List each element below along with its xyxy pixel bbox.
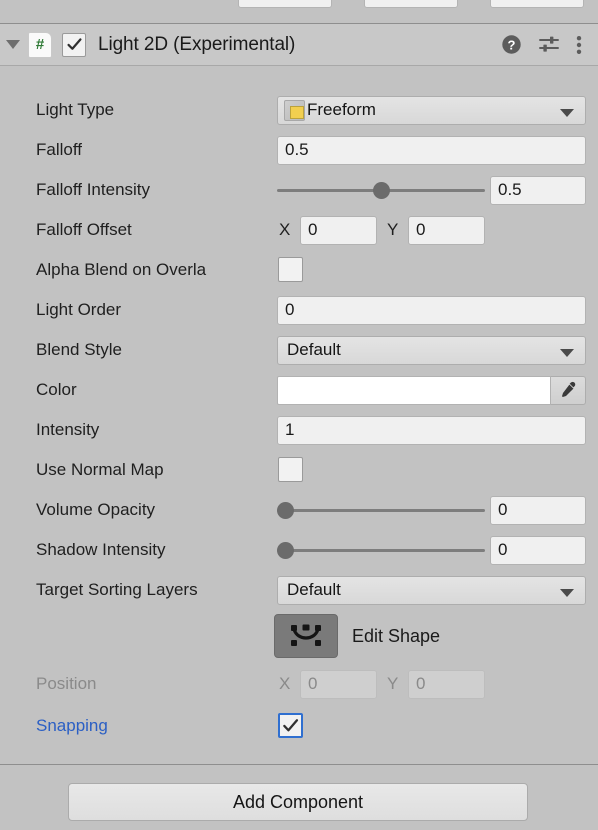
row-shadow-intensity: Shadow Intensity 0	[0, 530, 598, 570]
shadow-intensity-slider[interactable]	[277, 540, 485, 560]
falloff-intensity-slider[interactable]	[277, 180, 485, 200]
row-position: Position X 0 Y 0	[0, 664, 598, 704]
light-order-label: Light Order	[36, 300, 122, 319]
blend-style-dropdown[interactable]: Default	[277, 335, 586, 365]
falloff-intensity-input[interactable]: 0.5	[490, 175, 586, 205]
light-order-input[interactable]: 0	[277, 295, 586, 325]
slider-thumb[interactable]	[277, 542, 294, 559]
snapping-checkbox[interactable]	[278, 713, 303, 738]
preset-icon[interactable]	[538, 35, 560, 55]
more-menu-icon[interactable]	[576, 35, 582, 55]
position-label: Position	[36, 674, 97, 693]
row-light-order: Light Order 0	[0, 290, 598, 330]
partial-field-1[interactable]	[238, 0, 332, 8]
script-icon-glyph: #	[35, 36, 45, 53]
falloff-offset-x-input[interactable]: 0	[300, 215, 377, 245]
component-body: Light Type Freeform Falloff 0.5 Falloff …	[0, 66, 598, 761]
edit-shape-label: Edit Shape	[352, 625, 441, 646]
slider-thumb[interactable]	[277, 502, 294, 519]
alpha-blend-on-overlap-label: Alpha Blend on Overla	[36, 260, 207, 279]
position-x-input: 0	[300, 669, 377, 699]
footer-divider	[0, 764, 598, 765]
position-y-label: Y	[387, 674, 399, 693]
volume-opacity-input[interactable]: 0	[490, 495, 586, 525]
intensity-input[interactable]: 1	[277, 415, 586, 445]
chevron-down-icon	[560, 348, 574, 357]
slider-track	[277, 549, 485, 552]
eyedropper-icon	[561, 381, 575, 397]
edit-shape-button[interactable]	[274, 614, 338, 658]
row-falloff-offset: Falloff Offset X 0 Y 0	[0, 210, 598, 250]
component-header[interactable]: # Light 2D (Experimental) ?	[0, 24, 598, 66]
row-color: Color	[0, 370, 598, 410]
volume-opacity-slider[interactable]	[277, 500, 485, 520]
foldout-toggle-icon[interactable]	[0, 24, 26, 66]
row-intensity: Intensity 1	[0, 410, 598, 450]
slider-track	[277, 509, 485, 512]
help-icon[interactable]: ?	[501, 34, 522, 55]
color-label: Color	[36, 380, 77, 399]
light-type-label: Light Type	[36, 100, 115, 119]
volume-opacity-label: Volume Opacity	[36, 500, 156, 519]
eyedropper-button[interactable]	[551, 375, 586, 405]
checkmark-icon	[66, 38, 82, 50]
falloff-offset-y-input[interactable]: 0	[408, 215, 485, 245]
position-x-label: X	[279, 674, 291, 693]
shadow-intensity-input[interactable]: 0	[490, 535, 586, 565]
falloff-intensity-label: Falloff Intensity	[36, 180, 151, 199]
falloff-label: Falloff	[36, 140, 82, 159]
header-icon-group: ?	[501, 34, 598, 55]
intensity-label: Intensity	[36, 420, 100, 439]
previous-component-partial-row	[0, 0, 598, 24]
light-type-value: Freeform	[307, 100, 376, 119]
row-blend-style: Blend Style Default	[0, 330, 598, 370]
alpha-blend-on-overlap-checkbox[interactable]	[278, 257, 303, 282]
target-sorting-layers-value: Default	[287, 580, 341, 599]
script-icon: #	[28, 31, 52, 58]
component-enabled-checkbox[interactable]	[62, 32, 86, 57]
partial-field-3[interactable]	[490, 0, 584, 8]
checkmark-icon	[283, 719, 299, 732]
target-sorting-layers-dropdown[interactable]: Default	[277, 575, 586, 605]
position-y-input: 0	[408, 669, 485, 699]
falloff-input[interactable]: 0.5	[277, 135, 586, 165]
row-target-sorting-layers: Target Sorting Layers Default	[0, 570, 598, 610]
chevron-down-icon	[560, 108, 574, 117]
row-snapping: Snapping	[0, 706, 598, 746]
light-type-dropdown[interactable]: Freeform	[277, 95, 586, 125]
row-edit-shape: Edit Shape	[0, 611, 598, 661]
row-alpha-blend-on-overlap: Alpha Blend on Overla	[0, 250, 598, 290]
svg-text:?: ?	[508, 37, 516, 52]
use-normal-map-checkbox[interactable]	[278, 457, 303, 482]
slider-thumb[interactable]	[372, 182, 390, 199]
row-falloff-intensity: Falloff Intensity 0.5	[0, 170, 598, 210]
chevron-down-icon	[560, 588, 574, 597]
shadow-intensity-label: Shadow Intensity	[36, 540, 166, 559]
add-component-button[interactable]: Add Component	[68, 783, 528, 821]
inspector-panel: # Light 2D (Experimental) ? Light Type F…	[0, 0, 598, 830]
row-volume-opacity: Volume Opacity 0	[0, 490, 598, 530]
edit-shape-icon	[291, 624, 321, 646]
blend-style-value: Default	[287, 340, 341, 359]
color-swatch[interactable]	[277, 375, 551, 405]
sprite-icon	[284, 99, 305, 121]
use-normal-map-label: Use Normal Map	[36, 460, 164, 479]
falloff-offset-y-label: Y	[387, 220, 399, 239]
snapping-label[interactable]: Snapping	[36, 716, 108, 736]
blend-style-label: Blend Style	[36, 340, 122, 359]
partial-field-2[interactable]	[364, 0, 458, 8]
row-falloff: Falloff 0.5	[0, 130, 598, 170]
falloff-offset-label: Falloff Offset	[36, 220, 132, 239]
falloff-offset-x-label: X	[279, 220, 291, 239]
row-use-normal-map: Use Normal Map	[0, 450, 598, 490]
row-light-type: Light Type Freeform	[0, 90, 598, 130]
component-title: Light 2D (Experimental)	[98, 33, 296, 55]
target-sorting-layers-label: Target Sorting Layers	[36, 580, 198, 599]
